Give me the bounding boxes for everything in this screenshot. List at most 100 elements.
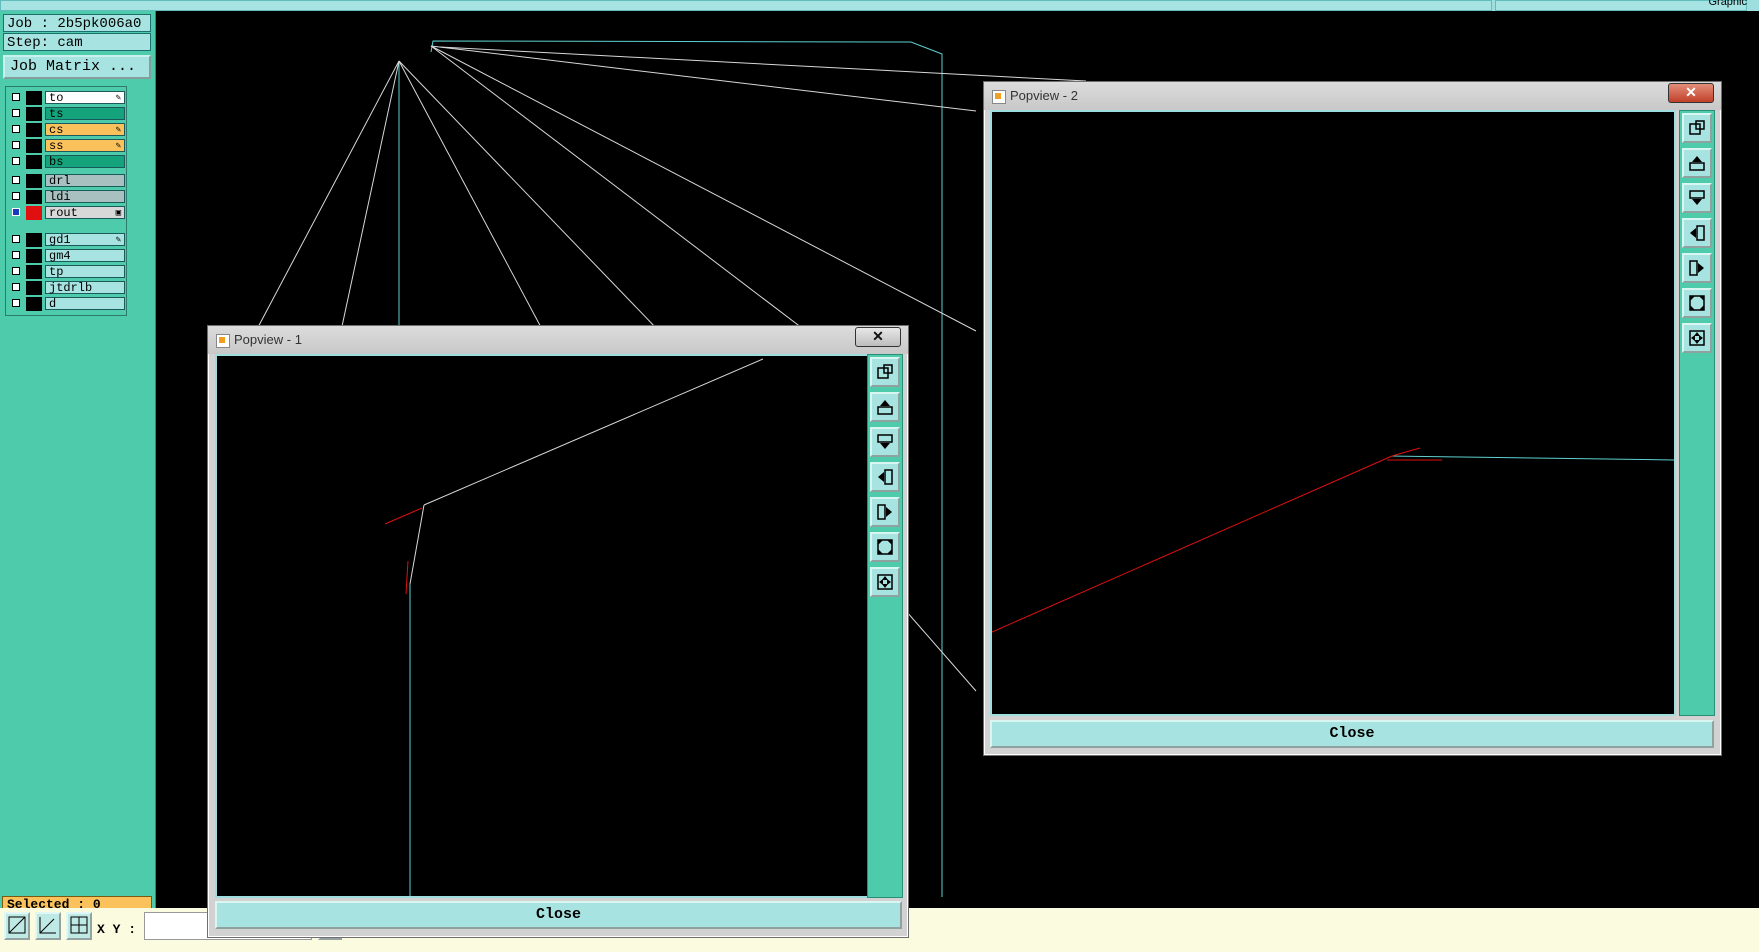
popview-1-close-button[interactable]: Close [215, 901, 902, 929]
layer-checkbox[interactable] [12, 141, 20, 149]
layer-color-swatch[interactable] [26, 91, 42, 105]
layer-color-swatch[interactable] [26, 174, 42, 188]
zoom-home-button[interactable] [1682, 323, 1712, 353]
layer-row-tp[interactable]: tp [9, 265, 125, 279]
zoom-home-button[interactable] [870, 567, 900, 597]
pan-down-button[interactable] [1682, 183, 1712, 213]
edit-marker-icon: ✎ [115, 93, 121, 103]
pan-down-icon [1689, 190, 1705, 205]
pan-left-icon [878, 469, 893, 485]
measure-tool-button[interactable] [4, 912, 30, 940]
job-matrix-button[interactable]: Job Matrix ... [3, 55, 151, 79]
layer-color-swatch[interactable] [26, 190, 42, 204]
layer-name[interactable]: to ✎ [45, 91, 125, 105]
zoom-window-button[interactable] [1682, 113, 1712, 143]
popview-2-shapes [992, 447, 1674, 633]
zoom-fit-icon [1689, 295, 1705, 311]
layer-row-gd1[interactable]: gd1 ✎ [9, 233, 125, 247]
layer-checkbox[interactable] [12, 283, 20, 291]
grid-tool-button[interactable] [66, 912, 92, 940]
layer-color-swatch[interactable] [26, 233, 42, 247]
popview-2-close-button[interactable]: Close [990, 720, 1714, 748]
edit-marker-icon: ✎ [115, 141, 121, 151]
pan-left-button[interactable] [870, 462, 900, 492]
layer-row-cs[interactable]: cs ✎ [9, 123, 125, 137]
zoom-window-icon [877, 364, 893, 379]
layer-checkbox[interactable] [12, 299, 20, 307]
step-label: Step: cam [3, 33, 151, 51]
layer-checkbox[interactable] [12, 157, 20, 165]
pan-right-button[interactable] [870, 497, 900, 527]
layer-name[interactable]: d [45, 297, 125, 311]
layer-color-swatch[interactable] [26, 249, 42, 263]
layer-row-ts[interactable]: ts [9, 107, 125, 121]
popview-1-shapes [384, 358, 764, 896]
top-field [0, 0, 1492, 11]
zoom-window-button[interactable] [870, 357, 900, 387]
top-menu-strip: Graphic [0, 0, 1759, 11]
pan-up-button[interactable] [870, 392, 900, 422]
layer-color-swatch[interactable] [26, 155, 42, 169]
layer-checkbox[interactable] [12, 176, 20, 184]
layer-name[interactable]: ts [45, 107, 125, 121]
layer-color-swatch[interactable] [26, 139, 42, 153]
layer-row-to[interactable]: to ✎ [9, 91, 125, 105]
pan-down-button[interactable] [870, 427, 900, 457]
layer-checkbox[interactable] [12, 251, 20, 259]
popview-1-titlebar[interactable]: Popview - 1 ✕ [208, 326, 908, 354]
job-label: Job : 2b5pk006a0 [3, 14, 151, 32]
popview-1-close-icon[interactable]: ✕ [855, 327, 901, 347]
xy-label: X Y : [97, 922, 137, 937]
pan-left-button[interactable] [1682, 218, 1712, 248]
layer-checkbox[interactable] [12, 93, 20, 101]
layer-name[interactable]: bs [45, 155, 125, 169]
layer-checkbox[interactable] [12, 267, 20, 275]
layer-list: to ✎ ts cs ✎ ss ✎ bs drl ldi rout ▣ gd1 ✎ gm4 tp jtdrlb d [5, 86, 127, 316]
popview-2-titlebar[interactable]: Popview - 2 ✕ [984, 82, 1721, 110]
layer-name[interactable]: gd1 ✎ [45, 233, 125, 247]
layer-checkbox[interactable] [12, 192, 20, 200]
zoom-fit-icon [877, 539, 893, 555]
layer-name[interactable]: ldi [45, 190, 125, 204]
layer-color-swatch[interactable] [26, 206, 42, 220]
layer-row-ldi[interactable]: ldi [9, 190, 125, 204]
layer-row-gm4[interactable]: gm4 [9, 249, 125, 263]
pan-up-button[interactable] [1682, 148, 1712, 178]
app-icon [216, 334, 230, 348]
edit-marker-icon: ✎ [115, 125, 121, 135]
pan-left-icon [1690, 225, 1705, 241]
layer-row-rout[interactable]: rout ▣ [9, 206, 125, 220]
layer-row-jtdrlb[interactable]: jtdrlb [9, 281, 125, 295]
angle-tool-button[interactable] [35, 912, 61, 940]
pan-right-button[interactable] [1682, 253, 1712, 283]
layer-color-swatch[interactable] [26, 265, 42, 279]
layer-name[interactable]: gm4 [45, 249, 125, 263]
layer-color-swatch[interactable] [26, 281, 42, 295]
layer-name[interactable]: cs ✎ [45, 123, 125, 137]
zoom-fit-button[interactable] [1682, 288, 1712, 318]
layer-name[interactable]: jtdrlb [45, 281, 125, 295]
layer-color-swatch[interactable] [26, 297, 42, 311]
layer-checkbox[interactable] [12, 235, 20, 243]
layer-row-drl[interactable]: drl [9, 174, 125, 188]
popview-2-close-icon[interactable]: ✕ [1668, 83, 1714, 103]
layer-name[interactable]: ss ✎ [45, 139, 125, 153]
layer-row-bs[interactable]: bs [9, 155, 125, 169]
layer-row-d[interactable]: d [9, 297, 125, 311]
edit-marker-icon: ▣ [115, 208, 121, 218]
layer-color-swatch[interactable] [26, 107, 42, 121]
layer-name[interactable]: drl [45, 174, 125, 188]
popview-2-canvas[interactable] [990, 110, 1676, 716]
app-icon [992, 90, 1006, 104]
popview-1-canvas[interactable] [215, 354, 869, 898]
layer-name[interactable]: rout ▣ [45, 206, 125, 220]
layer-checkbox[interactable] [12, 208, 20, 216]
layer-checkbox[interactable] [12, 109, 20, 117]
zoom-fit-button[interactable] [870, 532, 900, 562]
left-panel: Job : 2b5pk006a0 Step: cam Job Matrix ..… [0, 11, 156, 921]
pan-up-icon [877, 400, 893, 415]
layer-row-ss[interactable]: ss ✎ [9, 139, 125, 153]
layer-name[interactable]: tp [45, 265, 125, 279]
layer-color-swatch[interactable] [26, 123, 42, 137]
layer-checkbox[interactable] [12, 125, 20, 133]
